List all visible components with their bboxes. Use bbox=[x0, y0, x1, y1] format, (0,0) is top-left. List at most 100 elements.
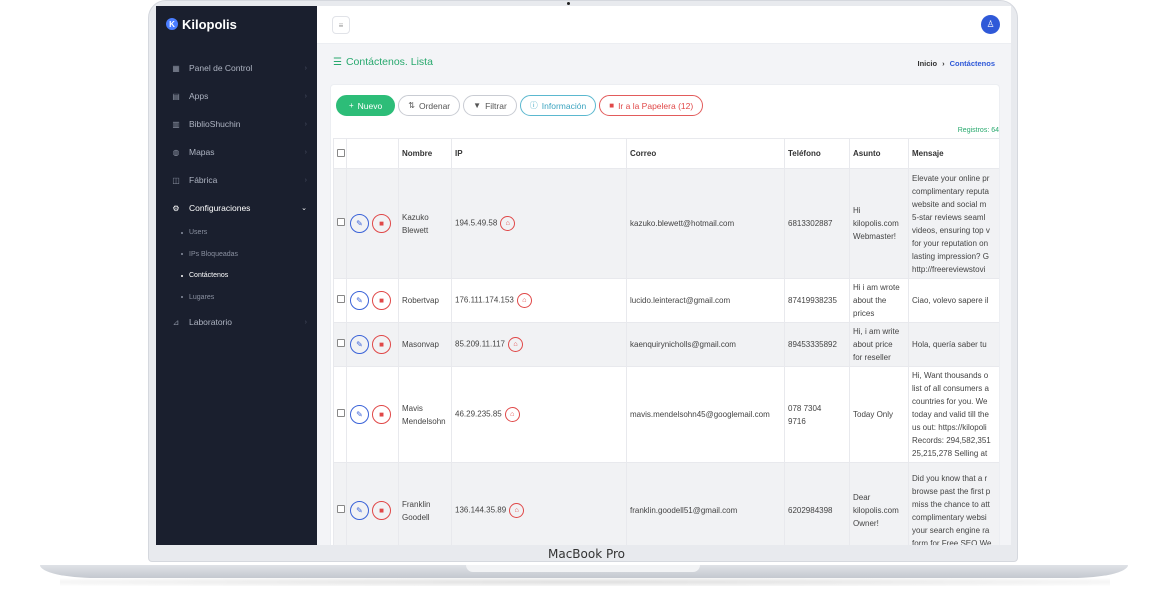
row-checkbox[interactable] bbox=[337, 409, 345, 417]
row-checkbox[interactable] bbox=[337, 505, 345, 513]
nombre-line: Goodell bbox=[402, 512, 430, 522]
header-asunto[interactable]: Asunto bbox=[849, 138, 909, 169]
mensaje-line: us out: https://kilopoli bbox=[912, 423, 987, 432]
row-select-cell bbox=[333, 168, 347, 279]
sidebar-subitem-lugares[interactable]: Lugares bbox=[181, 287, 317, 309]
mensaje-line: complimentary websi bbox=[912, 512, 987, 522]
table-row: ✎ ■ Mavis Mendelsohn 46.29.235.85 ⌂ mavis.m… bbox=[333, 366, 999, 463]
sidebar-subitem-contactenos[interactable]: Contáctenos bbox=[181, 265, 317, 287]
globe-icon: ◍ bbox=[172, 147, 180, 157]
delete-trash-icon[interactable]: ■ bbox=[372, 405, 391, 424]
block-ip-icon[interactable]: ⌂ bbox=[509, 503, 525, 518]
plus-icon: + bbox=[349, 101, 354, 110]
sidebar-subitem-users[interactable]: Users bbox=[181, 222, 317, 244]
ip-text: 176.111.174.153 bbox=[455, 295, 514, 305]
sidebar-item-mapas[interactable]: ◍ Mapas › bbox=[156, 138, 317, 166]
block-ip-icon[interactable]: ⌂ bbox=[516, 293, 532, 308]
cell-correo: kazuko.blewett@hotmail.com bbox=[626, 168, 785, 279]
cell-mensaje: Did you know that a r browse past the fi… bbox=[908, 462, 999, 545]
row-checkbox[interactable] bbox=[337, 218, 345, 226]
table-row: ✎ ■ Franklin Goodell 136.144.35.89 ⌂ frankl… bbox=[333, 462, 999, 545]
header-correo[interactable]: Correo bbox=[626, 138, 785, 169]
row-actions: ✎ ■ bbox=[346, 168, 399, 279]
cell-ip: 176.111.174.153 ⌂ bbox=[451, 278, 627, 323]
sidebar-subitem-label: Contáctenos bbox=[189, 272, 229, 280]
menu-toggle-icon[interactable]: ≡ bbox=[332, 16, 350, 34]
cell-nombre: Robertvap bbox=[398, 278, 452, 323]
filtrar-button[interactable]: ▼ Filtrar bbox=[463, 95, 517, 116]
header-ip[interactable]: IP bbox=[451, 138, 627, 169]
edit-pencil-icon[interactable]: ✎ bbox=[350, 501, 369, 520]
table-row: ✎ ■ Masonvap 85.209.11.117 ⌂ kaenquirynich… bbox=[333, 322, 999, 367]
cell-asunto: Dear kilopolis.com Owner! bbox=[849, 462, 909, 545]
sidebar-item-configuraciones[interactable]: ⚙ Configuraciones ⌄ bbox=[156, 194, 317, 222]
toolbar: + Nuevo ⇅ Ordenar ▼ Filtrar ⓘ Información ■ I… bbox=[336, 95, 704, 116]
informacion-label: Información bbox=[541, 100, 587, 111]
select-all-checkbox[interactable] bbox=[337, 148, 345, 157]
page-title: ☰ Contáctenos. Lista bbox=[333, 56, 433, 68]
nuevo-button[interactable]: + Nuevo bbox=[336, 95, 396, 116]
row-select-cell bbox=[333, 322, 347, 367]
cell-correo: mavis.mendelsohn45@googlemail.com bbox=[626, 366, 785, 463]
ordenar-button[interactable]: ⇅ Ordenar bbox=[398, 95, 461, 116]
cell-correo: franklin.goodell51@gmail.com bbox=[626, 462, 785, 545]
bullet-icon bbox=[181, 231, 183, 234]
sidebar-item-label: Configuraciones bbox=[189, 203, 251, 213]
delete-trash-icon[interactable]: ■ bbox=[372, 291, 391, 310]
header-mensaje[interactable]: Mensaje bbox=[908, 138, 999, 169]
user-avatar-icon[interactable]: ♙ bbox=[981, 15, 1000, 34]
mensaje-line: Elevate your online pr bbox=[912, 173, 990, 183]
sidebar-subitem-label: Lugares bbox=[189, 293, 215, 301]
block-ip-icon[interactable]: ⌂ bbox=[500, 216, 516, 231]
block-ip-icon[interactable]: ⌂ bbox=[507, 337, 523, 352]
sidebar-item-label: Panel de Control bbox=[189, 63, 253, 73]
breadcrumb: Inicio › Contáctenos bbox=[917, 59, 995, 68]
edit-pencil-icon[interactable]: ✎ bbox=[350, 335, 369, 354]
nombre-line: Franklin bbox=[402, 499, 431, 509]
telefono-line: 078 7304 bbox=[788, 403, 822, 413]
bullet-icon bbox=[181, 274, 183, 277]
sidebar-item-label: Laboratorio bbox=[189, 317, 233, 327]
delete-trash-icon[interactable]: ■ bbox=[372, 335, 391, 354]
telefono-line: 9716 bbox=[788, 416, 806, 426]
sidebar-item-biblioshuchin[interactable]: ▥ BiblioShuchin › bbox=[156, 110, 317, 138]
breadcrumb-home[interactable]: Inicio bbox=[917, 59, 937, 68]
row-checkbox[interactable] bbox=[337, 295, 345, 303]
sidebar-item-panel[interactable]: ▦ Panel de Control › bbox=[156, 54, 317, 82]
edit-pencil-icon[interactable]: ✎ bbox=[350, 291, 369, 310]
cell-ip: 136.144.35.89 ⌂ bbox=[451, 462, 627, 545]
table-row: ✎ ■ Kazuko Blewett 194.5.49.58 ⌂ kazuko.ble… bbox=[333, 168, 999, 279]
asunto-line: kilopolis.com bbox=[853, 506, 899, 515]
asunto-line: kilopolis.com bbox=[853, 219, 899, 228]
asunto-line: Owner! bbox=[853, 519, 879, 528]
select-all-cell bbox=[333, 138, 347, 169]
cell-mensaje: Hola, quería saber tu bbox=[908, 322, 999, 367]
book-icon: ▥ bbox=[172, 119, 180, 129]
informacion-button[interactable]: ⓘ Información bbox=[519, 95, 597, 116]
sort-icon: ⇅ bbox=[408, 101, 415, 110]
filter-icon: ▼ bbox=[473, 101, 482, 110]
device-label: MacBook Pro bbox=[548, 547, 626, 561]
sidebar-item-apps[interactable]: ▤ Apps › bbox=[156, 82, 317, 110]
sidebar-item-fabrica[interactable]: ◫ Fábrica › bbox=[156, 166, 317, 194]
cell-telefono: 6813302887 bbox=[784, 168, 850, 279]
edit-pencil-icon[interactable]: ✎ bbox=[350, 214, 369, 233]
delete-trash-icon[interactable]: ■ bbox=[372, 214, 391, 233]
sidebar-subitem-ips-bloqueadas[interactable]: IPs Bloqueadas bbox=[181, 244, 317, 266]
delete-trash-icon[interactable]: ■ bbox=[372, 501, 391, 520]
sidebar-item-label: BiblioShuchin bbox=[189, 119, 241, 129]
cell-ip: 194.5.49.58 ⌂ bbox=[451, 168, 627, 279]
cell-nombre: Mavis Mendelsohn bbox=[398, 366, 452, 463]
row-checkbox[interactable] bbox=[337, 339, 345, 347]
edit-pencil-icon[interactable]: ✎ bbox=[350, 405, 369, 424]
papelera-button[interactable]: ■ Ir a la Papelera (12) bbox=[599, 95, 704, 116]
chevron-right-icon: › bbox=[304, 318, 307, 326]
header-telefono[interactable]: Teléfono bbox=[784, 138, 850, 169]
mensaje-line: browse past the first p bbox=[912, 486, 991, 496]
block-ip-icon[interactable]: ⌂ bbox=[504, 407, 520, 422]
topbar: ≡ ♙ bbox=[317, 6, 1011, 44]
brand[interactable]: K Kilopolis bbox=[156, 6, 317, 42]
sidebar-item-laboratorio[interactable]: ⊿ Laboratorio › bbox=[156, 308, 317, 336]
nombre-line: Mendelsohn bbox=[402, 416, 446, 426]
header-nombre[interactable]: Nombre bbox=[398, 138, 452, 169]
